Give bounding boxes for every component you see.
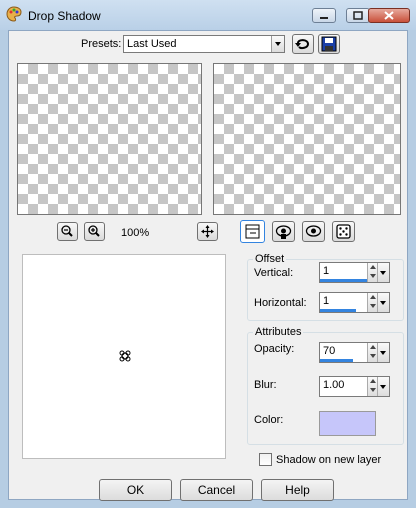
color-label: Color: bbox=[254, 414, 284, 426]
cancel-button[interactable]: Cancel bbox=[180, 479, 253, 501]
close-icon bbox=[384, 11, 394, 20]
horizontal-slider-bar[interactable] bbox=[320, 309, 356, 312]
minimize-button[interactable] bbox=[312, 8, 336, 23]
opacity-slider-bar[interactable] bbox=[320, 359, 353, 362]
shadow-new-layer-label: Shadow on new layer bbox=[276, 454, 382, 466]
proof-icon bbox=[275, 225, 292, 239]
maximize-icon bbox=[353, 11, 363, 20]
blur-slider-dropdown-icon[interactable] bbox=[377, 377, 389, 396]
vertical-slider-dropdown-icon[interactable] bbox=[377, 263, 389, 282]
original-preview[interactable] bbox=[17, 63, 202, 215]
window-title: Drop Shadow bbox=[28, 9, 101, 23]
shadow-color-swatch[interactable] bbox=[319, 411, 376, 436]
save-preset-button[interactable] bbox=[318, 34, 340, 54]
opacity-slider-dropdown-icon[interactable] bbox=[377, 343, 389, 362]
zoom-level: 100% bbox=[121, 227, 150, 239]
horizontal-slider-dropdown-icon[interactable] bbox=[377, 293, 389, 312]
shadow-direction-pad[interactable] bbox=[22, 254, 226, 459]
randomize-icon bbox=[336, 224, 351, 239]
auto-proof-button[interactable] bbox=[302, 221, 325, 242]
zoom-in-icon bbox=[88, 225, 100, 237]
zoom-out-icon bbox=[61, 225, 73, 237]
preview-toggle-button[interactable] bbox=[240, 220, 265, 243]
horizontal-label: Horizontal: bbox=[254, 297, 307, 309]
move-icon bbox=[201, 225, 214, 238]
opacity-label: Opacity: bbox=[254, 343, 295, 355]
presets-dropdown[interactable]: Last Used bbox=[123, 35, 285, 53]
pan-button[interactable] bbox=[197, 222, 218, 241]
auto-proof-icon bbox=[305, 225, 322, 237]
paint-palette-icon bbox=[6, 6, 22, 22]
help-button[interactable]: Help bbox=[261, 479, 334, 501]
blur-field[interactable]: 1.00 bbox=[319, 376, 390, 397]
zoom-in-button[interactable] bbox=[84, 222, 105, 241]
reset-preset-button[interactable] bbox=[292, 34, 314, 54]
reset-icon bbox=[295, 39, 310, 49]
vertical-slider-bar[interactable] bbox=[320, 279, 367, 282]
ok-button[interactable]: OK bbox=[99, 479, 172, 501]
vertical-spinner-icon[interactable] bbox=[367, 263, 377, 282]
vertical-field[interactable]: 1 bbox=[319, 262, 390, 283]
offset-legend: Offset bbox=[253, 253, 287, 265]
maximize-button[interactable] bbox=[346, 8, 370, 23]
result-preview[interactable] bbox=[213, 63, 401, 215]
presets-label: Presets: bbox=[81, 38, 122, 50]
crosshair-icon[interactable] bbox=[118, 349, 132, 363]
proof-button[interactable] bbox=[272, 221, 295, 242]
preview-toggle-icon bbox=[245, 224, 260, 239]
randomize-button[interactable] bbox=[332, 221, 355, 242]
blur-spinner-icon[interactable] bbox=[367, 377, 377, 396]
vertical-label: Vertical: bbox=[254, 267, 294, 279]
vertical-value: 1 bbox=[323, 265, 330, 277]
horizontal-spinner-icon[interactable] bbox=[367, 293, 377, 312]
opacity-spinner-icon[interactable] bbox=[367, 343, 377, 362]
attributes-legend: Attributes bbox=[253, 326, 304, 338]
opacity-value: 70 bbox=[323, 345, 336, 357]
minimize-icon bbox=[320, 17, 328, 19]
save-icon bbox=[321, 36, 337, 52]
close-button[interactable] bbox=[368, 8, 410, 23]
blur-label: Blur: bbox=[254, 379, 277, 391]
presets-value: Last Used bbox=[127, 38, 177, 50]
chevron-down-icon bbox=[271, 36, 284, 52]
horizontal-value: 1 bbox=[323, 295, 330, 307]
horizontal-field[interactable]: 1 bbox=[319, 292, 390, 313]
zoom-out-button[interactable] bbox=[57, 222, 78, 241]
opacity-field[interactable]: 70 bbox=[319, 342, 390, 363]
shadow-new-layer-checkbox[interactable] bbox=[259, 453, 272, 466]
blur-value: 1.00 bbox=[323, 379, 345, 391]
